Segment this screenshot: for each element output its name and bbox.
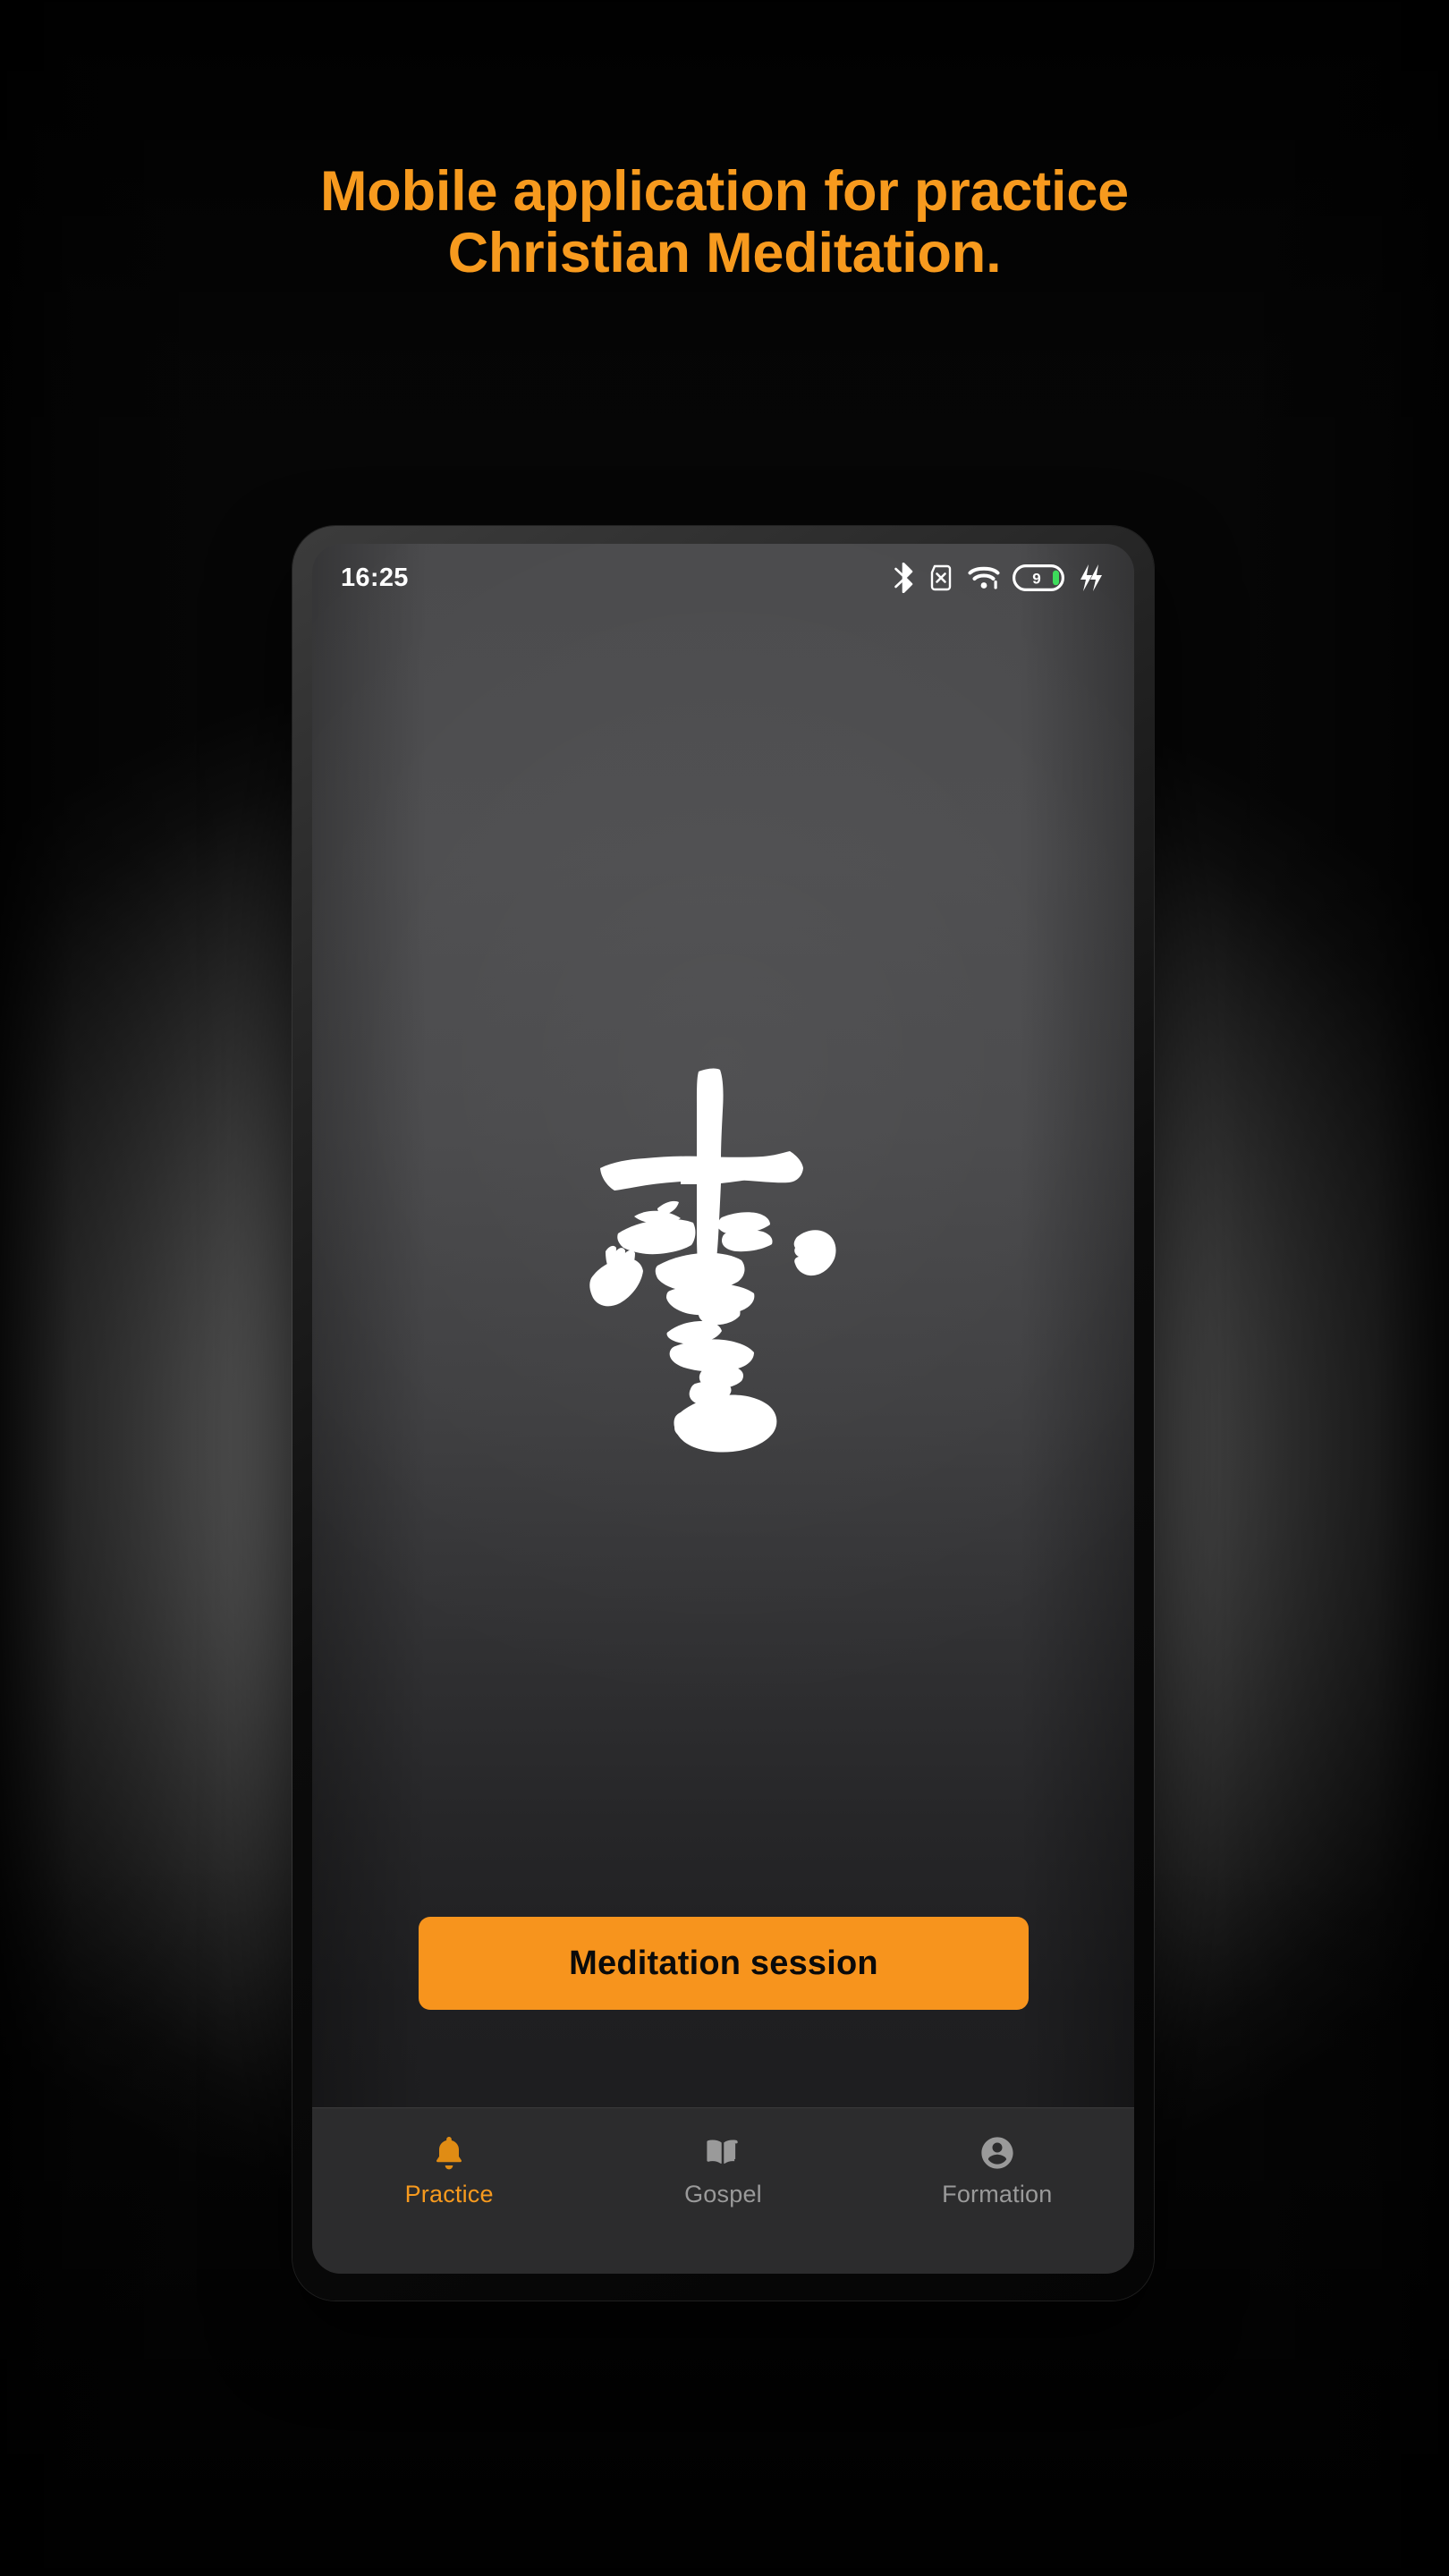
app-logo	[312, 1067, 1134, 1514]
bottom-navigation-bar: Practice Gospel Formation	[312, 2107, 1134, 2274]
wifi-icon	[968, 564, 1000, 592]
bluetooth-icon	[893, 563, 914, 593]
page-title: Mobile application for practice Christia…	[320, 160, 1129, 285]
status-bar: 16:25 9	[312, 544, 1134, 612]
nav-item-gospel[interactable]: Gospel	[586, 2133, 860, 2208]
nav-label-gospel: Gospel	[684, 2181, 762, 2207]
status-clock: 16:25	[341, 563, 409, 592]
sim-card-off-icon	[927, 564, 955, 592]
open-book-icon	[703, 2133, 742, 2173]
promo-page: Mobile application for practice Christia…	[0, 0, 1449, 2576]
charging-bolt-icon	[1077, 564, 1104, 592]
battery-icon: 9	[1013, 564, 1064, 591]
nav-item-formation[interactable]: Formation	[860, 2133, 1134, 2208]
battery-level-text: 9	[1032, 571, 1040, 588]
nav-item-practice[interactable]: Practice	[312, 2133, 586, 2208]
phone-screen: 16:25 9 Meditation session Practice Gosp…	[312, 544, 1134, 2274]
nav-label-practice: Practice	[404, 2181, 494, 2207]
phone-mockup: 16:25 9 Meditation session Practice Gosp…	[292, 526, 1154, 2301]
bell-icon	[429, 2133, 469, 2173]
status-icon-group: 9	[893, 563, 1104, 593]
calligraphy-cross-logo	[589, 1068, 836, 1453]
meditation-session-button[interactable]: Meditation session	[419, 1917, 1029, 2010]
nav-label-formation: Formation	[942, 2181, 1053, 2207]
account-circle-icon	[978, 2133, 1017, 2173]
